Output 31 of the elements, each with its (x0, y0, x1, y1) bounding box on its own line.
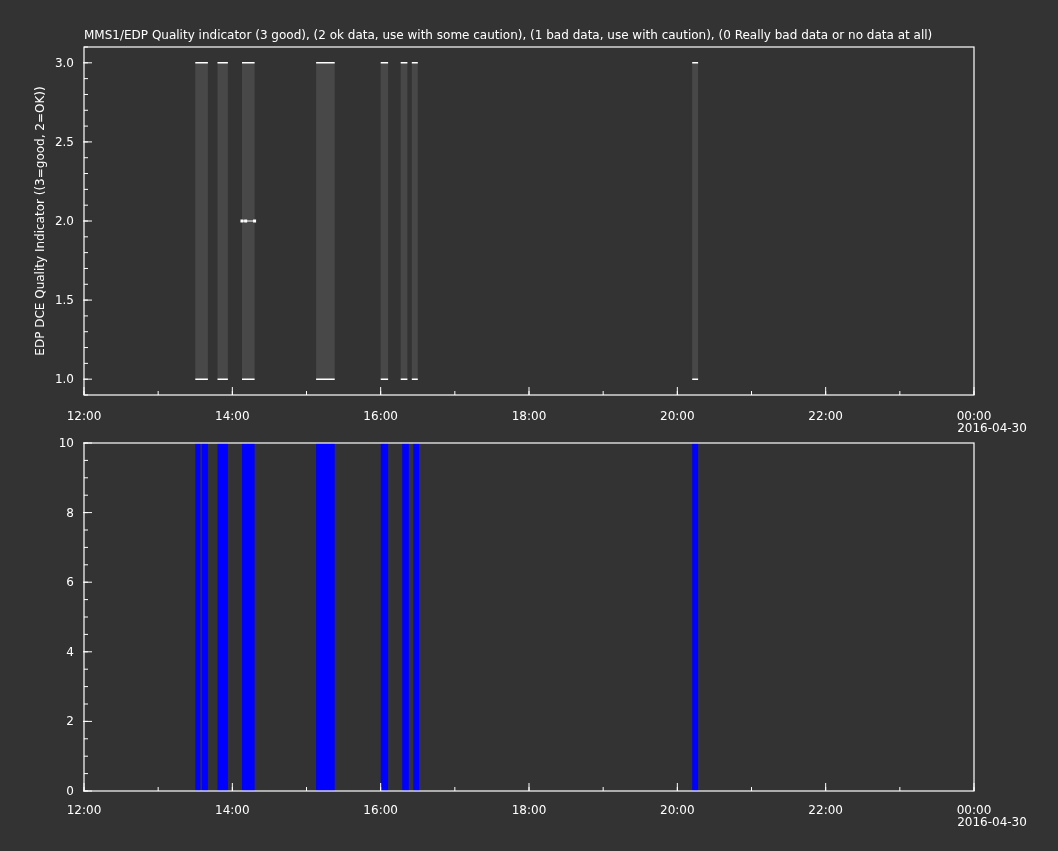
date-label: 2016-04-30 (957, 421, 1027, 435)
x-tick-label: 12:00 (66, 803, 102, 817)
y-tick-label: 6 (66, 575, 74, 590)
plot-title: MMS1/EDP Quality indicator (3 good), (2 ok data, use with some caution), (1 bad data, use with caution), (0 Really bad data or no data at all) (84, 28, 933, 42)
y-tick-label: 3.0 (54, 55, 74, 70)
x-tick-label: 20:00 (660, 409, 695, 423)
data-line (241, 220, 256, 222)
x-tick-label: 14:00 (215, 409, 250, 423)
x-tick-label: 18:00 (511, 803, 547, 817)
y-tick-label: 2.0 (54, 214, 74, 228)
x-tick-label: 12:00 (66, 409, 102, 423)
y-tick-label: 1.0 (54, 372, 74, 387)
x-tick-label: 18:00 (511, 409, 547, 423)
y-tick-label: 2 (66, 714, 74, 729)
y-tick-label: 10 (58, 436, 74, 450)
x-tick-label: 00:00 (956, 409, 992, 423)
x-tick-label: 00:00 (956, 803, 992, 817)
y-tick-label: 0 (66, 784, 74, 798)
y-tick-label: 2.5 (54, 134, 74, 149)
x-tick-label: 20:00 (660, 803, 695, 817)
x-tick-label: 16:00 (363, 803, 398, 817)
x-tick-label: 16:00 (363, 409, 398, 423)
y-tick-label: 1.5 (54, 293, 74, 308)
data-marker (253, 219, 257, 223)
y-tick-label: 4 (66, 644, 74, 659)
y-axis-label: EDP DCE Quality Indicator ((3=good, 2=OK)) (33, 86, 47, 356)
date-label: 2016-04-30 (957, 815, 1027, 829)
x-tick-label: 14:00 (215, 803, 250, 817)
x-tick-label: 22:00 (808, 803, 843, 817)
x-tick-label: 22:00 (808, 409, 843, 423)
y-tick-label: 8 (66, 505, 74, 520)
